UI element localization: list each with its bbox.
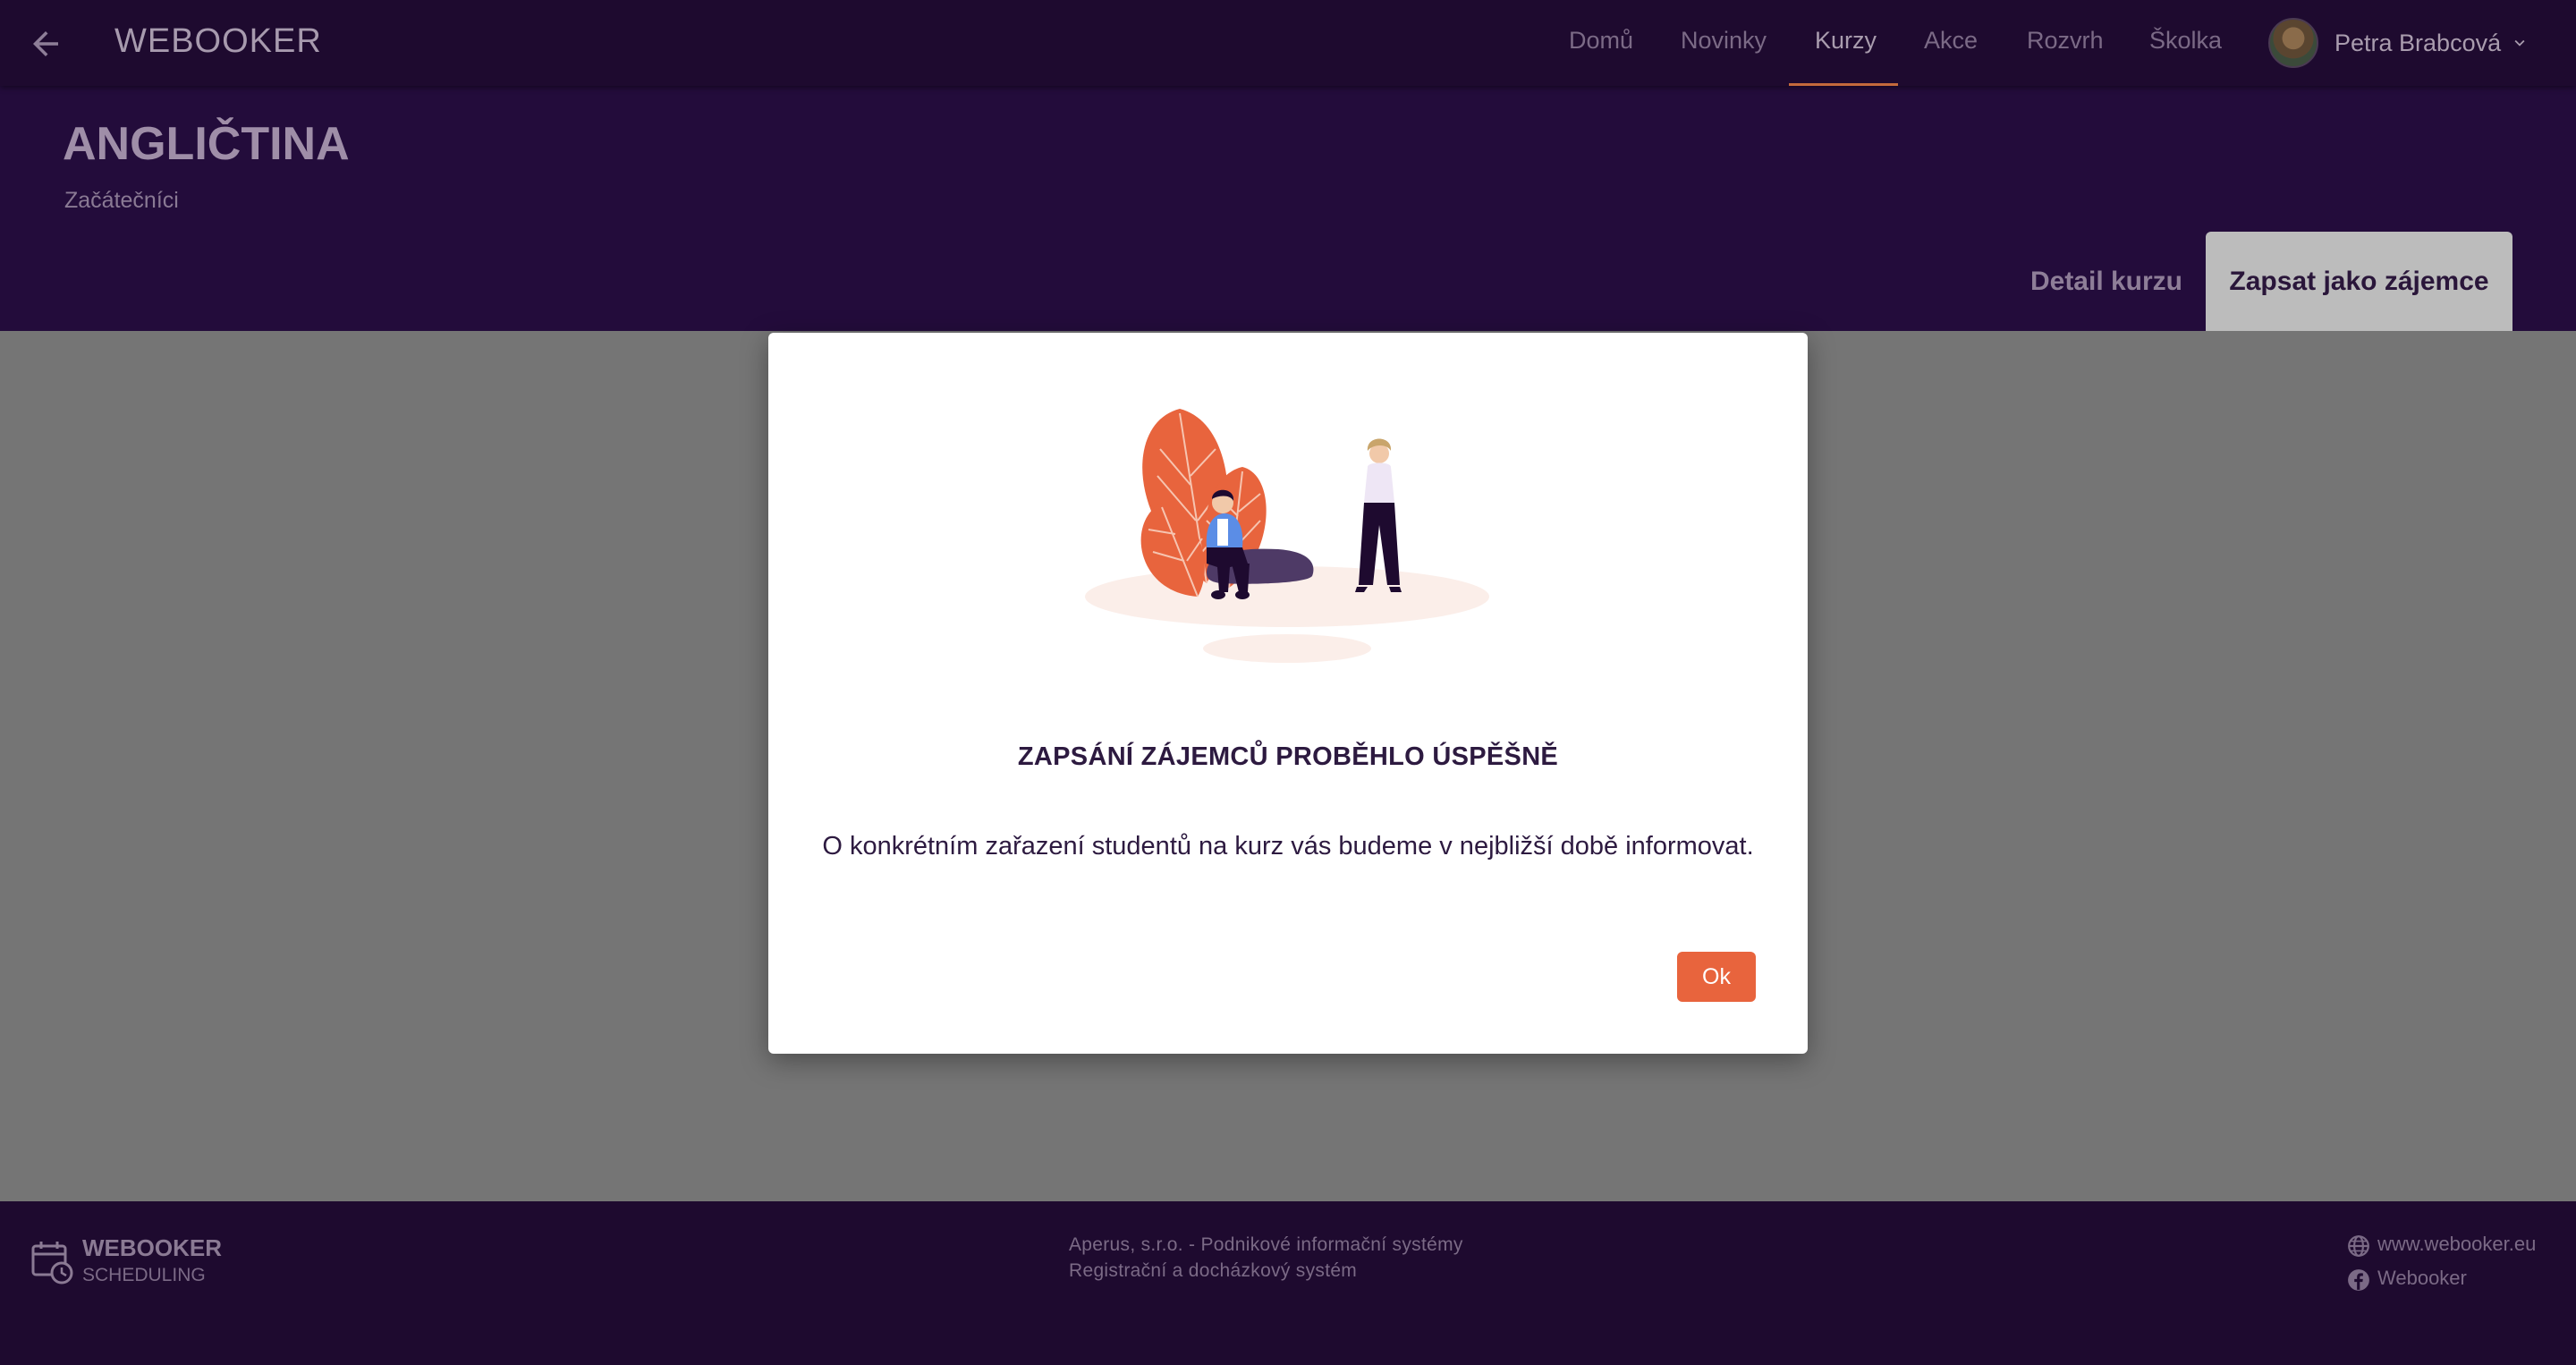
page-title: ANGLIČTINA <box>63 118 350 170</box>
nav-item-kurzy[interactable]: Kurzy <box>1815 27 1877 55</box>
chevron-down-icon <box>2514 39 2525 47</box>
page-subtitle: Začátečníci <box>64 188 179 213</box>
facebook-icon <box>2348 1269 2369 1291</box>
footer: WEBOOKER SCHEDULING Aperus, s.r.o. - Pod… <box>0 1201 2576 1365</box>
tab-zapsat-jako-zajemce[interactable]: Zapsat jako zájemce <box>2206 232 2512 331</box>
nav-item-novinky[interactable]: Novinky <box>1681 27 1767 55</box>
footer-company: Aperus, s.r.o. - Podnikové informační sy… <box>1069 1234 1463 1255</box>
avatar <box>2268 18 2318 68</box>
success-illustration <box>1085 409 1489 663</box>
user-name: Petra Brabcová <box>2334 30 2502 56</box>
nav-item-rozvrh[interactable]: Rozvrh <box>2027 27 2104 55</box>
nav-item-skolka[interactable]: Školka <box>2149 27 2222 55</box>
nav-item-akce[interactable]: Akce <box>1924 27 1978 55</box>
footer-logo-subtitle: SCHEDULING <box>82 1265 206 1285</box>
footer-facebook-label: Webooker <box>2377 1267 2467 1289</box>
arrow-left-icon[interactable] <box>27 25 64 63</box>
calendar-clock-icon <box>31 1242 73 1284</box>
footer-product: Registrační a docházkový systém <box>1069 1260 1358 1281</box>
dialog-message: O konkrétním zařazení studentů na kurz v… <box>822 832 1754 861</box>
tab-detail-kurzu[interactable]: Detail kurzu <box>2012 232 2200 331</box>
nav-item-domu[interactable]: Domů <box>1569 27 1633 55</box>
footer-logo-title: WEBOOKER <box>82 1234 222 1261</box>
dialog-title: ZAPSÁNÍ ZÁJEMCŮ PROBĚHLO ÚSPĚŠNĚ <box>1017 742 1559 771</box>
footer-website-label: www.webooker.eu <box>2377 1233 2537 1255</box>
ok-button[interactable]: Ok <box>1677 952 1756 1002</box>
globe-icon <box>2348 1235 2369 1257</box>
top-app-bar: WEBOOKER Domů Novinky Kurzy Akce Rozvrh … <box>0 0 2576 86</box>
success-dialog: ZAPSÁNÍ ZÁJEMCŮ PROBĚHLO ÚSPĚŠNĚ O konkr… <box>768 333 1808 1054</box>
course-header: ANGLIČTINA Začátečníci Detail kurzu Zaps… <box>0 86 2576 331</box>
app-brand[interactable]: WEBOOKER <box>114 22 322 61</box>
nav-active-indicator <box>1789 83 1898 86</box>
